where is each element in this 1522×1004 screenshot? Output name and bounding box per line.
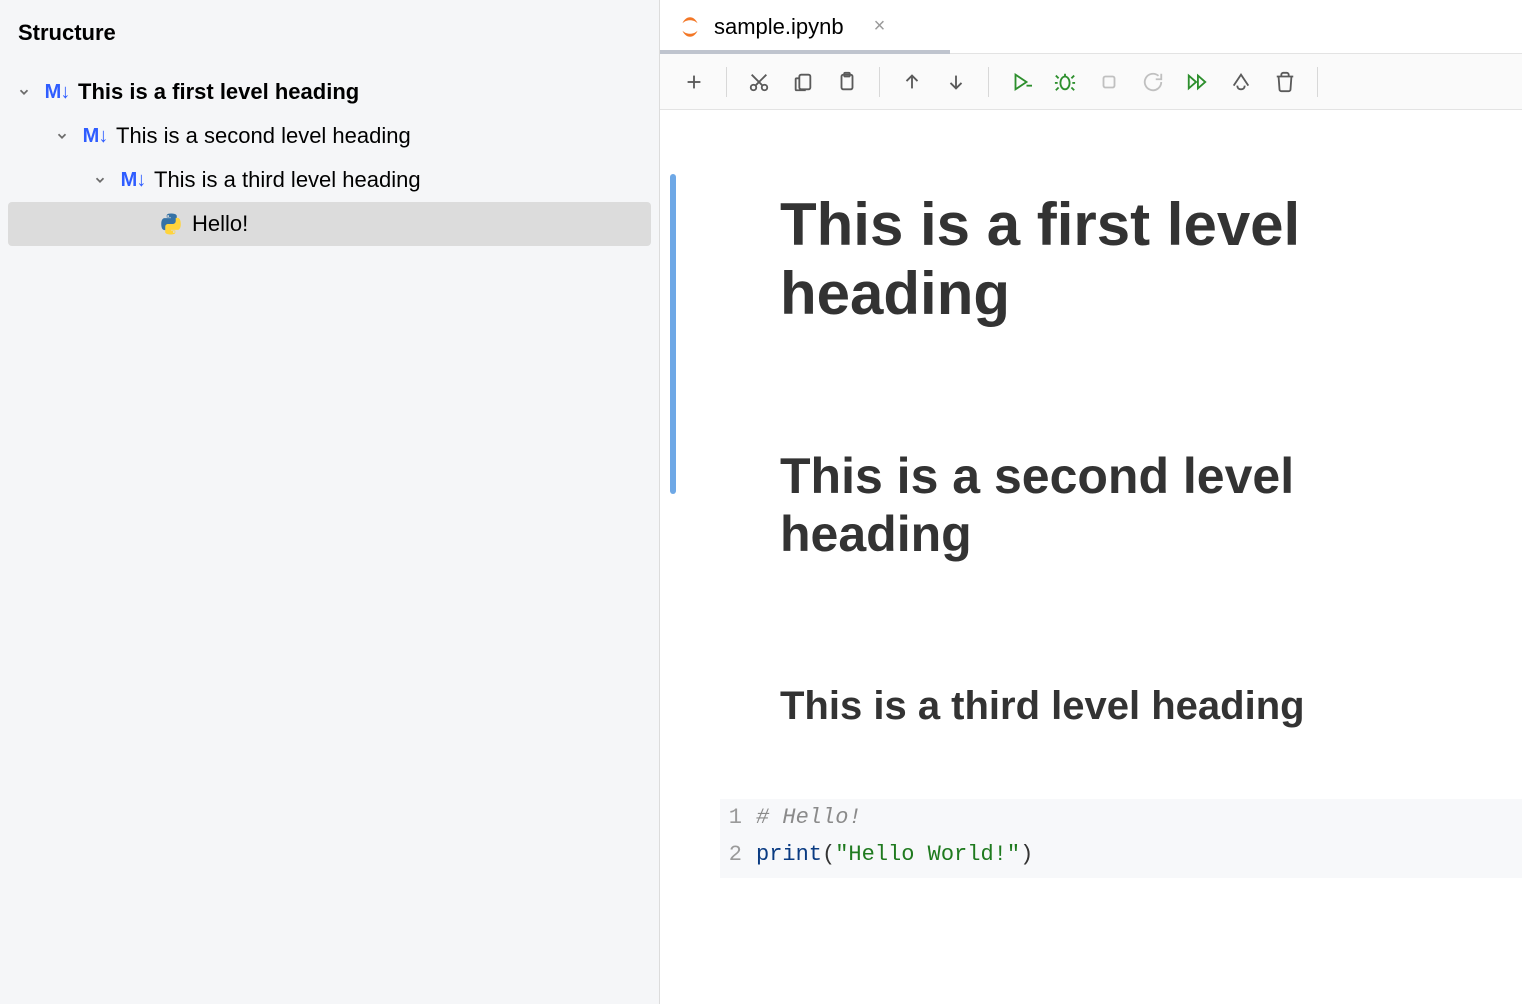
paste-button[interactable] — [827, 62, 867, 102]
markdown-icon: M↓ — [116, 168, 150, 192]
code-line[interactable]: 2 print("Hello World!") — [720, 836, 1522, 873]
code-cell[interactable]: 1 # Hello! 2 print("Hello World!") — [720, 799, 1522, 878]
markdown-icon: M↓ — [78, 124, 112, 148]
tree-label: This is a second level heading — [116, 123, 411, 149]
markdown-h3[interactable]: This is a third level heading — [780, 683, 1480, 729]
code-editor[interactable]: 1 # Hello! 2 print("Hello World!") — [720, 799, 1522, 878]
delete-cell-button[interactable] — [1265, 62, 1305, 102]
markdown-icon: M↓ — [40, 80, 74, 104]
notebook-toolbar — [660, 54, 1522, 110]
code-token-paren: ( — [822, 842, 835, 867]
cell-selection-gutter[interactable] — [670, 174, 676, 494]
markdown-h1[interactable]: This is a first level heading — [780, 190, 1480, 328]
python-icon — [154, 212, 188, 236]
tree-item-h2[interactable]: M↓ This is a second level heading — [8, 114, 651, 158]
notebook-body[interactable]: This is a first level heading This is a … — [660, 110, 1522, 1004]
move-down-button[interactable] — [936, 62, 976, 102]
close-icon[interactable]: × — [874, 15, 886, 38]
tree-item-h3[interactable]: M↓ This is a third level heading — [8, 158, 651, 202]
interrupt-button[interactable] — [1089, 62, 1129, 102]
tab-filename: sample.ipynb — [714, 14, 844, 40]
restart-kernel-button[interactable] — [1133, 62, 1173, 102]
chevron-down-icon[interactable] — [12, 80, 36, 104]
tree-label: This is a third level heading — [154, 167, 421, 193]
editor-panel: sample.ipynb × — [660, 0, 1522, 1004]
line-number: 2 — [720, 836, 756, 873]
code-token-call: print — [756, 842, 822, 867]
toolbar-separator — [1317, 67, 1318, 97]
tree-item-code-hello[interactable]: Hello! — [8, 202, 651, 246]
structure-tree: M↓ This is a first level heading M↓ This… — [0, 70, 659, 246]
tab-active-indicator — [660, 50, 950, 54]
jupyter-icon — [678, 15, 702, 39]
tree-label: Hello! — [192, 211, 248, 237]
toolbar-separator — [879, 67, 880, 97]
chevron-down-icon[interactable] — [88, 168, 112, 192]
structure-panel: Structure M↓ This is a first level headi… — [0, 0, 660, 1004]
move-up-button[interactable] — [892, 62, 932, 102]
code-token-paren: ) — [1020, 842, 1033, 867]
clear-outputs-button[interactable] — [1221, 62, 1261, 102]
tab-sample-ipynb[interactable]: sample.ipynb × — [660, 0, 903, 53]
run-cell-button[interactable] — [1001, 62, 1041, 102]
markdown-h2[interactable]: This is a second level heading — [780, 448, 1480, 563]
cut-button[interactable] — [739, 62, 779, 102]
tab-bar: sample.ipynb × — [660, 0, 1522, 54]
toolbar-separator — [726, 67, 727, 97]
tree-label: This is a first level heading — [78, 79, 359, 105]
toolbar-separator — [988, 67, 989, 97]
chevron-down-icon[interactable] — [50, 124, 74, 148]
code-token-comment: # Hello! — [756, 805, 862, 830]
line-number: 1 — [720, 799, 756, 836]
tree-item-h1[interactable]: M↓ This is a first level heading — [8, 70, 651, 114]
add-cell-button[interactable] — [674, 62, 714, 102]
code-token-string: "Hello World!" — [835, 842, 1020, 867]
copy-button[interactable] — [783, 62, 823, 102]
structure-title: Structure — [0, 0, 659, 70]
code-line[interactable]: 1 # Hello! — [720, 799, 1522, 836]
run-all-button[interactable] — [1177, 62, 1217, 102]
debug-cell-button[interactable] — [1045, 62, 1085, 102]
